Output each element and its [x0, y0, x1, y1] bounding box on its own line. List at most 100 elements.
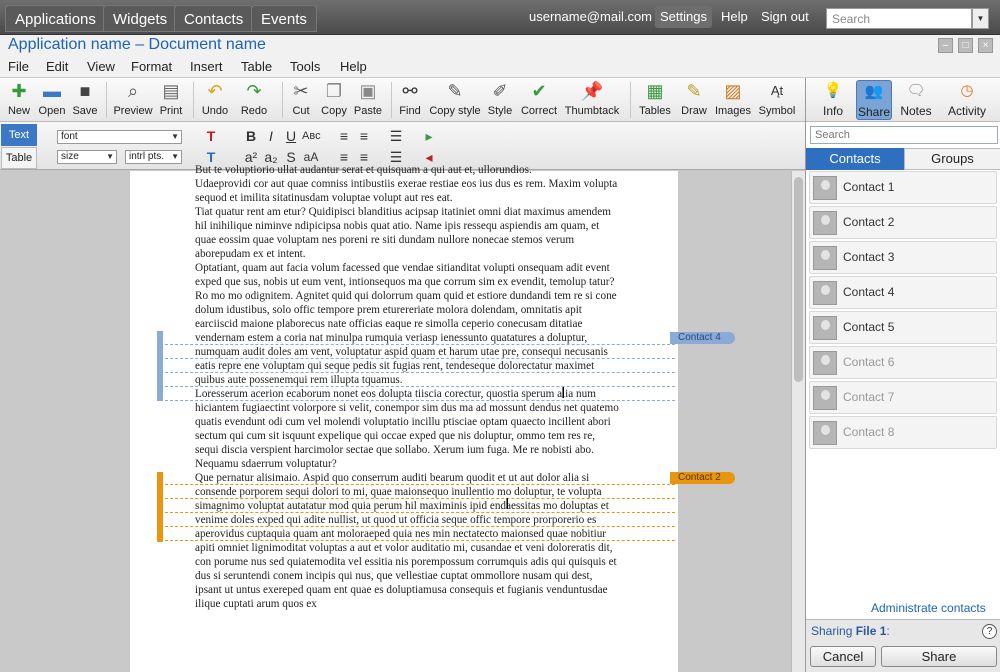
- table-grid-icon: ▦: [646, 81, 664, 101]
- strikethrough-icon[interactable]: Aʙᴄ: [302, 127, 321, 145]
- avatar: [813, 421, 837, 445]
- correct-button[interactable]: ✔ Correct: [519, 80, 559, 120]
- brushes-icon: ✐: [492, 81, 508, 101]
- undo-button[interactable]: ↶ Undo: [199, 80, 231, 120]
- scrollbar-thumb[interactable]: [794, 177, 803, 382]
- underline-icon[interactable]: U: [282, 127, 300, 145]
- new-button[interactable]: ✚ New: [5, 80, 33, 120]
- thumbtack-button[interactable]: 📌 Thumbtack: [563, 80, 621, 120]
- annotation-bar-contact-2: [157, 472, 163, 542]
- nav-tab-contacts[interactable]: Contacts: [174, 5, 254, 32]
- nav-tab-applications[interactable]: Applications: [5, 5, 106, 32]
- menu-file[interactable]: File: [8, 59, 29, 74]
- minimize-icon[interactable]: –: [938, 38, 953, 53]
- cancel-button[interactable]: Cancel: [810, 646, 876, 667]
- menu-edit[interactable]: Edit: [46, 59, 68, 74]
- tab-info[interactable]: 💡 Info: [816, 80, 850, 120]
- tab-text[interactable]: Text: [1, 124, 37, 146]
- font-select[interactable]: font ▼: [57, 130, 182, 144]
- annotation-tag-contact-4[interactable]: Contact 4: [660, 332, 735, 344]
- annotation-line: [160, 386, 675, 387]
- thumbtack-icon: 📌: [581, 81, 604, 101]
- units-select[interactable]: intrl pts. ▼: [125, 150, 182, 164]
- menu-format[interactable]: Format: [131, 59, 172, 74]
- font-size-select[interactable]: size ▼: [57, 150, 117, 164]
- help-link[interactable]: Help: [721, 9, 748, 24]
- contact-item[interactable]: Contact 4: [809, 276, 997, 309]
- contact-item[interactable]: Contact 6: [809, 346, 997, 379]
- sharing-file-name: File 1: [855, 624, 887, 638]
- contacts-search-input[interactable]: Search: [810, 126, 998, 144]
- tab-activity[interactable]: ◷ Activity: [942, 80, 992, 120]
- style-button[interactable]: ✐ Style: [486, 80, 514, 120]
- global-search-input[interactable]: Search: [826, 8, 972, 29]
- redo-button[interactable]: ↷ Redo: [239, 80, 269, 120]
- indent-icon[interactable]: ▸: [420, 127, 438, 145]
- paste-button[interactable]: ▣ Paste: [353, 80, 383, 120]
- bold-icon[interactable]: B: [242, 127, 260, 145]
- menu-view[interactable]: View: [87, 59, 115, 74]
- contact-item[interactable]: Contact 2: [809, 206, 997, 239]
- italic-icon[interactable]: I: [262, 127, 280, 145]
- preview-button[interactable]: ⌕ Preview: [113, 80, 153, 120]
- tab-share[interactable]: 👥 Share: [856, 80, 892, 120]
- annotation-tag-contact-2[interactable]: Contact 2: [660, 472, 735, 484]
- symbol-button[interactable]: Ąt Symbol: [757, 80, 797, 120]
- draw-button[interactable]: ✎ Draw: [680, 80, 708, 120]
- copy-style-button[interactable]: ✎ Copy style: [428, 80, 482, 120]
- lightbulb-icon: 💡: [823, 82, 843, 99]
- redo-arrow-icon: ↷: [246, 81, 262, 101]
- annotation-line: [160, 512, 675, 513]
- document-scrollbar[interactable]: [791, 171, 805, 672]
- administrate-contacts-link[interactable]: Administrate contacts: [871, 601, 986, 615]
- copy-button[interactable]: ❐ Copy: [320, 80, 348, 120]
- menu-table[interactable]: Table: [241, 59, 272, 74]
- sign-out-link[interactable]: Sign out: [761, 9, 809, 24]
- cut-button[interactable]: ✂ Cut: [288, 80, 314, 120]
- annotation-bar-contact-4: [157, 331, 163, 401]
- align-left-icon[interactable]: ≡: [335, 127, 353, 145]
- chevron-down-icon: ▼: [171, 152, 179, 161]
- paragraph: Que pernatur alisimaio. Aspid quo conser…: [195, 472, 617, 610]
- contact-item[interactable]: Contact 8: [809, 416, 997, 449]
- sidebar-tabs: 💡 Info 👥 Share 🗨 Notes ◷ Activity: [806, 78, 1000, 122]
- settings-link[interactable]: Settings: [655, 6, 712, 28]
- search-dropdown-icon[interactable]: ▼: [972, 8, 989, 29]
- nav-tab-events[interactable]: Events: [251, 5, 317, 32]
- document-body[interactable]: But te voluptiorio ullat audantur serat …: [195, 163, 620, 611]
- undo-arrow-icon: ↶: [207, 81, 223, 101]
- avatar: [813, 386, 837, 410]
- print-button[interactable]: ▤ Print: [157, 80, 185, 120]
- find-button[interactable]: ⚯ Find: [397, 80, 423, 120]
- align-center-icon[interactable]: ≡: [355, 127, 373, 145]
- share-button[interactable]: Share: [881, 646, 997, 667]
- maximize-icon[interactable]: □: [958, 38, 973, 53]
- images-button[interactable]: ▨ Images: [714, 80, 752, 120]
- open-button[interactable]: ▬ Open: [37, 80, 67, 120]
- clipboard-icon: ▣: [359, 81, 377, 101]
- tables-button[interactable]: ▦ Tables: [636, 80, 674, 120]
- tab-table[interactable]: Table: [1, 147, 37, 169]
- contact-item[interactable]: Contact 1: [809, 171, 997, 204]
- help-icon[interactable]: ?: [982, 624, 997, 639]
- tab-notes[interactable]: 🗨 Notes: [898, 80, 934, 120]
- bullet-list-icon[interactable]: ☰: [387, 127, 405, 145]
- tab-groups[interactable]: Groups: [904, 148, 1000, 170]
- contact-item[interactable]: Contact 5: [809, 311, 997, 344]
- menu-insert[interactable]: Insert: [190, 59, 223, 74]
- avatar: [813, 176, 837, 200]
- save-button[interactable]: ■ Save: [71, 80, 99, 120]
- draw-pencil-icon: ✎: [686, 81, 702, 101]
- nav-tab-widgets[interactable]: Widgets: [103, 5, 178, 32]
- binoculars-icon: ⚯: [402, 81, 418, 101]
- menu-tools[interactable]: Tools: [290, 59, 320, 74]
- close-icon[interactable]: ×: [978, 38, 993, 53]
- menu-help[interactable]: Help: [340, 59, 367, 74]
- contact-item[interactable]: Contact 7: [809, 381, 997, 414]
- tab-contacts[interactable]: Contacts: [806, 148, 904, 170]
- text-color-icon[interactable]: T: [202, 127, 220, 145]
- user-email-link[interactable]: username@mail.com: [529, 9, 652, 24]
- symbol-icon: Ąt: [770, 83, 784, 98]
- contact-item[interactable]: Contact 3: [809, 241, 997, 274]
- floppy-disk-icon: ■: [79, 81, 91, 101]
